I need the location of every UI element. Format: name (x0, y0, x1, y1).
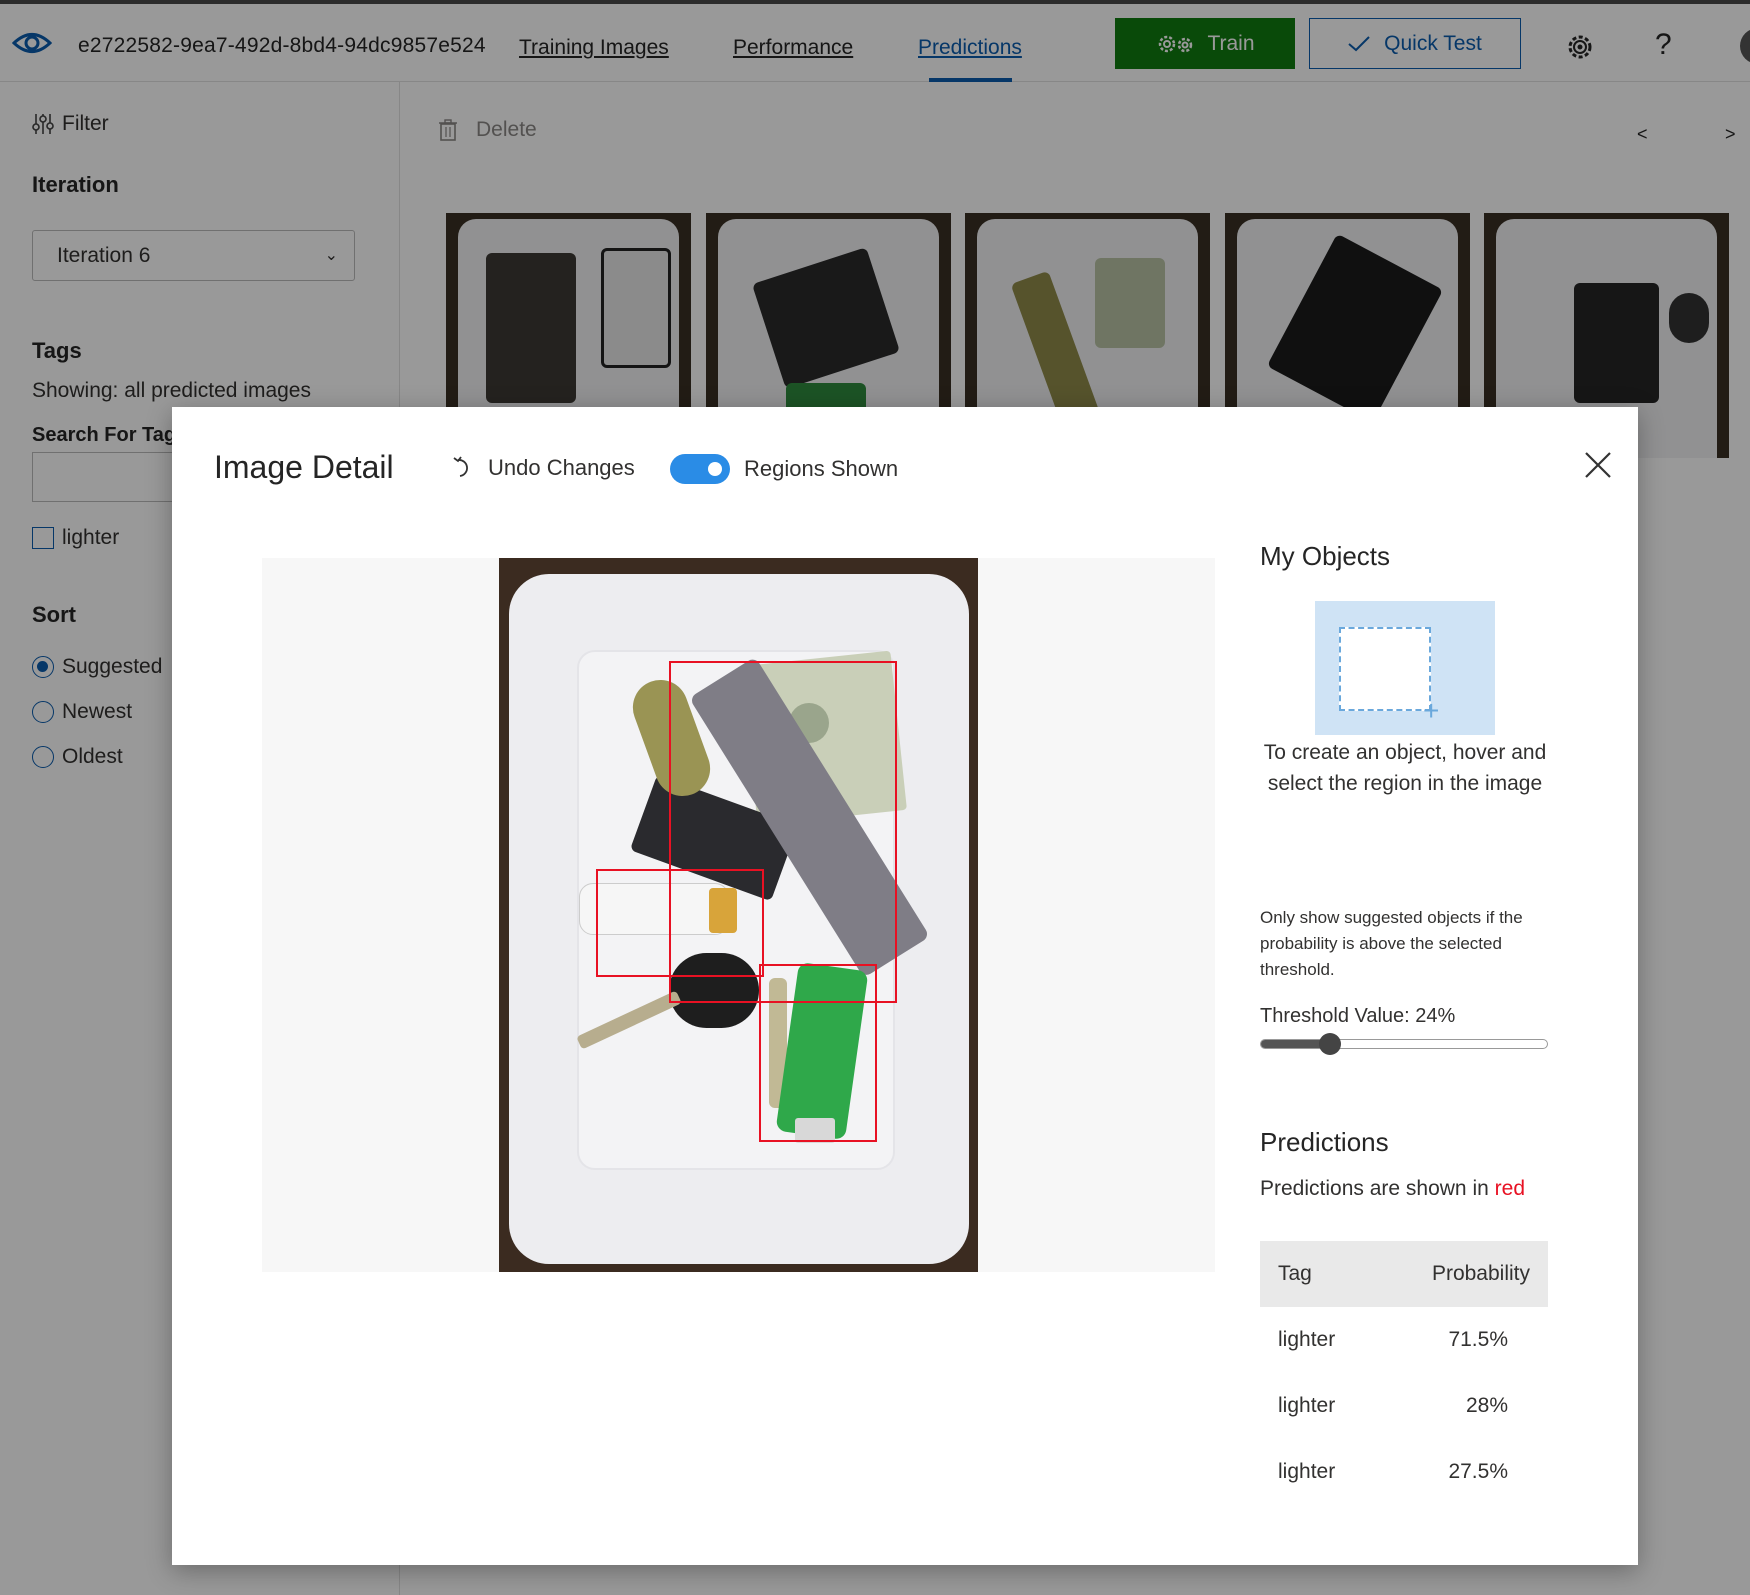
predictions-heading: Predictions (1260, 1127, 1389, 1157)
prediction-region[interactable] (596, 869, 764, 977)
prediction-tag: lighter (1278, 1394, 1336, 1417)
prediction-probability: 71.5% (1448, 1328, 1508, 1351)
predictions-note-text: Predictions are shown in (1260, 1177, 1489, 1200)
toggle-label: Regions Shown (744, 456, 899, 481)
predictions-table: Tag Probability lighter 71.5% lighter 28… (1260, 1241, 1548, 1505)
table-row[interactable]: lighter 71.5% (1260, 1307, 1548, 1373)
plus-icon: + (1423, 695, 1440, 726)
prediction-probability: 27.5% (1448, 1460, 1508, 1483)
close-icon[interactable] (1580, 447, 1616, 483)
dialog-title: Image Detail (214, 449, 394, 485)
predictions-note: Predictions are shown in red (1260, 1177, 1525, 1201)
prediction-region[interactable] (759, 964, 877, 1142)
threshold-label: Threshold Value: 24% (1260, 1005, 1456, 1027)
detail-photo[interactable] (499, 558, 978, 1272)
table-row[interactable]: lighter 27.5% (1260, 1439, 1548, 1505)
detail-side-panel: My Objects + To create an object, hover … (1260, 407, 1560, 1565)
regions-shown-toggle[interactable]: Regions Shown (670, 454, 898, 484)
column-header-tag: Tag (1278, 1262, 1312, 1285)
create-object-illustration: + (1315, 601, 1495, 735)
my-objects-heading: My Objects (1260, 541, 1391, 571)
prediction-tag: lighter (1278, 1460, 1336, 1483)
prediction-probability: 28% (1465, 1394, 1508, 1417)
image-detail-dialog: Image Detail Undo Changes Regions Shown (172, 407, 1638, 1565)
create-object-hint: To create an object, hover and select th… (1263, 741, 1547, 795)
undo-icon (453, 456, 468, 477)
threshold-slider[interactable] (1260, 1033, 1548, 1055)
toggle-switch[interactable] (670, 454, 730, 484)
predictions-note-color: red (1494, 1177, 1525, 1200)
undo-label: Undo Changes (488, 455, 635, 480)
prediction-tag: lighter (1278, 1328, 1336, 1351)
image-canvas[interactable] (262, 558, 1215, 1272)
threshold-description: Only show suggested objects if the proba… (1260, 908, 1523, 979)
slider-handle[interactable] (1319, 1033, 1341, 1055)
undo-changes-button[interactable]: Undo Changes (452, 455, 635, 481)
table-row[interactable]: lighter 28% (1260, 1373, 1548, 1439)
table-header: Tag Probability (1260, 1241, 1548, 1307)
column-header-probability: Probability (1431, 1262, 1530, 1285)
